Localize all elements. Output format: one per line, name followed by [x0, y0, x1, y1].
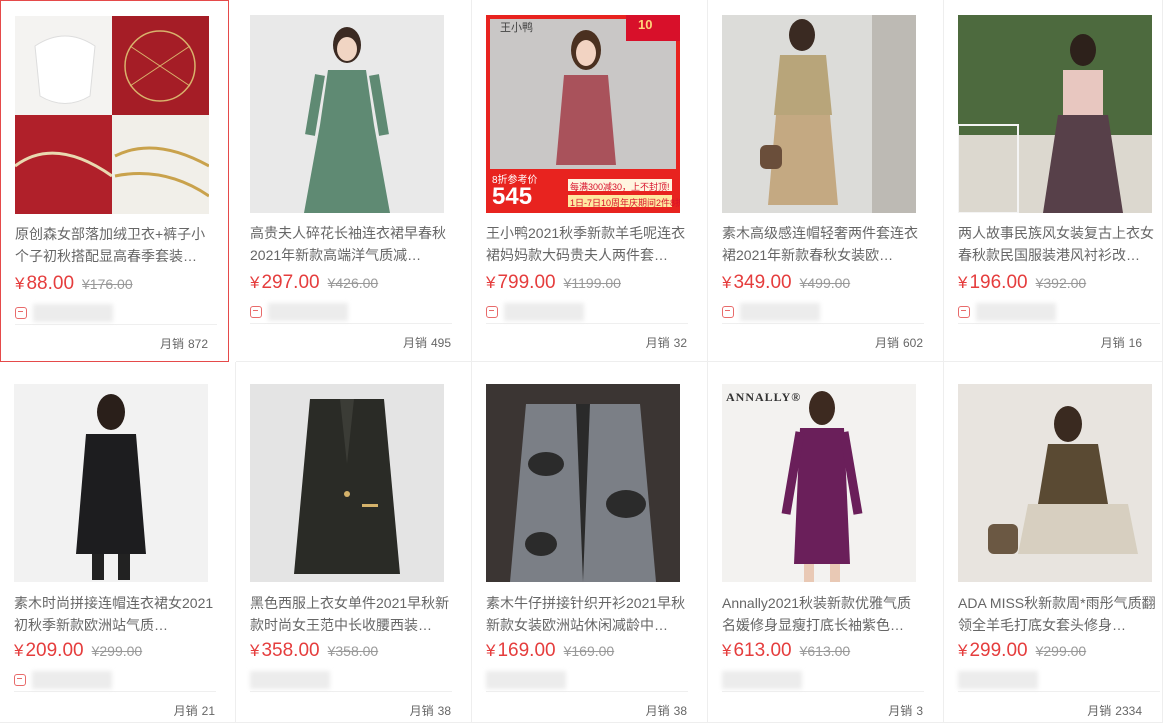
product-title[interactable]: ADA MISS秋新款周*雨彤气质翻领全羊毛打底女套头修身…: [958, 592, 1160, 636]
shop-icon: [250, 306, 262, 318]
original-price: ¥1199.00: [563, 275, 621, 291]
monthly-sales: 月销 3: [888, 704, 923, 718]
shop-row[interactable]: [486, 670, 688, 692]
product-price: ¥358.00 ¥358.00: [250, 640, 379, 661]
product-card[interactable]: ANNALLY® Annally2021秋装新款优雅气质名媛修身显瘦打底长袖紫色…: [708, 362, 944, 723]
shop-name[interactable]: [33, 304, 113, 322]
product-card[interactable]: 素木高级感连帽轻奢两件套连衣裙2021年新款春秋女装欧… ¥349.00 ¥499…: [708, 0, 944, 362]
shop-icon: [486, 306, 498, 318]
shop-name[interactable]: [268, 303, 348, 321]
product-card[interactable]: ADA MISS秋新款周*雨彤气质翻领全羊毛打底女套头修身… ¥299.00 ¥2…: [944, 362, 1163, 723]
product-image[interactable]: [250, 15, 444, 213]
product-title[interactable]: 素木牛仔拼接针织开衫2021早秋新款女装欧洲站休闲减龄中…: [486, 592, 688, 636]
shop-icon: [722, 306, 734, 318]
shop-icon: [15, 307, 27, 319]
product-title[interactable]: 高贵夫人碎花长袖连衣裙早春秋2021年新款高端洋气质减…: [250, 222, 452, 266]
original-price: ¥613.00: [799, 643, 851, 659]
product-card[interactable]: 黑色西服上衣女单件2021早秋新款时尚女王范中长收腰西装… ¥358.00 ¥35…: [236, 362, 472, 723]
original-price: ¥392.00: [1035, 275, 1087, 291]
product-card[interactable]: 两人故事民族风女装复古上衣女春秋款民国服装港风衬衫改… ¥196.00 ¥392.…: [944, 0, 1163, 362]
shop-name[interactable]: [32, 671, 112, 689]
product-price: ¥297.00 ¥426.00: [250, 272, 379, 293]
monthly-sales: 月销 2334: [1087, 704, 1142, 718]
product-price: ¥169.00 ¥169.00: [486, 640, 615, 661]
product-image[interactable]: 王小鸭 10 8折参考价 545 每满300减30，上不封顶! 1日-7日10周…: [486, 15, 680, 213]
product-image[interactable]: [250, 384, 444, 582]
product-image[interactable]: [486, 384, 680, 582]
product-image[interactable]: [958, 15, 1152, 213]
product-title[interactable]: 原创森女部落加绒卫衣+裤子小个子初秋搭配显高春季套装…: [15, 223, 217, 267]
product-image[interactable]: [15, 16, 209, 214]
product-price: ¥799.00 ¥1199.00: [486, 272, 621, 293]
product-image[interactable]: [958, 384, 1152, 582]
product-card[interactable]: 素木时尚拼接连帽连衣裙女2021初秋季新款欧洲站气质… ¥209.00 ¥299.…: [0, 362, 236, 723]
shop-name[interactable]: [740, 303, 820, 321]
shop-row[interactable]: [15, 303, 217, 325]
shop-row[interactable]: [958, 302, 1160, 324]
shop-row[interactable]: [722, 302, 924, 324]
product-title[interactable]: 王小鸭2021秋季新款羊毛呢连衣裙妈妈款大码贵夫人两件套…: [486, 222, 688, 266]
product-card[interactable]: 王小鸭 10 8折参考价 545 每满300减30，上不封顶! 1日-7日10周…: [472, 0, 708, 362]
product-grid: 原创森女部落加绒卫衣+裤子小个子初秋搭配显高春季套装… ¥88.00 ¥176.0…: [0, 0, 1163, 723]
product-price: ¥88.00 ¥176.00: [15, 273, 133, 294]
shop-name[interactable]: [722, 671, 802, 689]
monthly-sales: 月销 16: [1100, 336, 1142, 350]
product-price: ¥209.00 ¥299.00: [14, 640, 143, 661]
product-card[interactable]: 素木牛仔拼接针织开衫2021早秋新款女装欧洲站休闲减龄中… ¥169.00 ¥16…: [472, 362, 708, 723]
product-image[interactable]: [722, 15, 916, 213]
product-price: ¥196.00 ¥392.00: [958, 272, 1087, 293]
monthly-sales: 月销 32: [645, 336, 687, 350]
product-title[interactable]: 素木时尚拼接连帽连衣裙女2021初秋季新款欧洲站气质…: [14, 592, 216, 636]
original-price: ¥499.00: [799, 275, 851, 291]
product-price: ¥299.00 ¥299.00: [958, 640, 1087, 661]
shop-name[interactable]: [976, 303, 1056, 321]
product-image[interactable]: [14, 384, 208, 582]
shop-row[interactable]: [250, 302, 452, 324]
product-title[interactable]: 素木高级感连帽轻奢两件套连衣裙2021年新款春秋女装欧…: [722, 222, 924, 266]
product-image[interactable]: ANNALLY®: [722, 384, 916, 582]
monthly-sales: 月销 38: [645, 704, 687, 718]
product-title[interactable]: Annally2021秋装新款优雅气质名媛修身显瘦打底长袖紫色…: [722, 592, 924, 636]
shop-row[interactable]: [958, 670, 1160, 692]
shop-name[interactable]: [486, 671, 566, 689]
original-price: ¥299.00: [1035, 643, 1087, 659]
shop-icon: [14, 674, 26, 686]
original-price: ¥169.00: [563, 643, 615, 659]
shop-name[interactable]: [504, 303, 584, 321]
shop-row[interactable]: [722, 670, 924, 692]
product-card[interactable]: 高贵夫人碎花长袖连衣裙早春秋2021年新款高端洋气质减… ¥297.00 ¥426…: [236, 0, 472, 362]
product-title[interactable]: 两人故事民族风女装复古上衣女春秋款民国服装港风衬衫改…: [958, 222, 1160, 266]
monthly-sales: 月销 602: [874, 336, 923, 350]
product-price: ¥613.00 ¥613.00: [722, 640, 851, 661]
shop-name[interactable]: [958, 671, 1038, 689]
monthly-sales: 月销 21: [173, 704, 215, 718]
original-price: ¥426.00: [327, 275, 379, 291]
original-price: ¥358.00: [327, 643, 379, 659]
shop-row[interactable]: [486, 302, 688, 324]
original-price: ¥299.00: [91, 643, 143, 659]
shop-row[interactable]: [250, 670, 452, 692]
shop-row[interactable]: [14, 670, 216, 692]
product-card[interactable]: 原创森女部落加绒卫衣+裤子小个子初秋搭配显高春季套装… ¥88.00 ¥176.0…: [0, 0, 229, 362]
monthly-sales: 月销 495: [402, 336, 451, 350]
product-title[interactable]: 黑色西服上衣女单件2021早秋新款时尚女王范中长收腰西装…: [250, 592, 452, 636]
original-price: ¥176.00: [82, 276, 133, 292]
shop-name[interactable]: [250, 671, 330, 689]
shop-icon: [958, 306, 970, 318]
monthly-sales: 月销 872: [159, 337, 208, 351]
product-price: ¥349.00 ¥499.00: [722, 272, 851, 293]
monthly-sales: 月销 38: [409, 704, 451, 718]
